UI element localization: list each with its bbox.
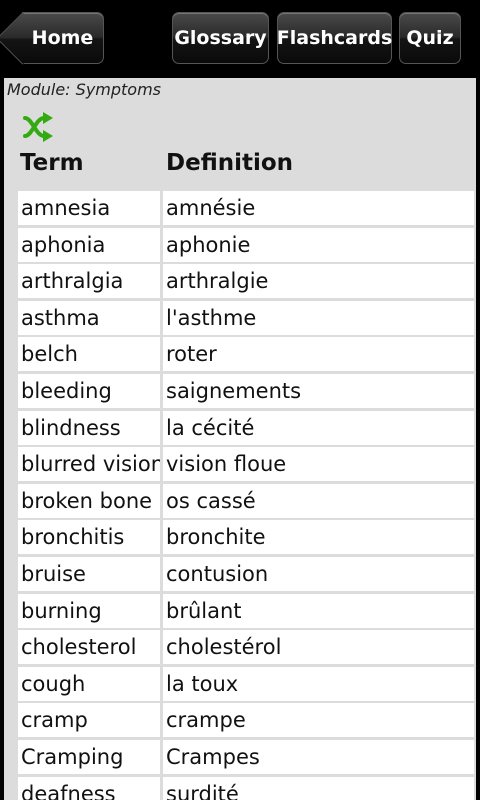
term-cell: arthralgia (18, 264, 160, 299)
table-row[interactable]: Cramping Crampes (18, 739, 474, 774)
term-column-header: Term (20, 150, 84, 176)
shuffle-icon[interactable] (22, 112, 54, 142)
definition-cell: aphonie (163, 227, 474, 262)
term-cell: cholesterol (18, 630, 160, 665)
term-cell: amnesia (18, 191, 160, 225)
term-cell: Cramping (18, 739, 160, 774)
term-cell: aphonia (18, 227, 160, 262)
top-nav-bar: Home Glossary Flashcards Quiz (0, 0, 480, 78)
flashcards-button-label: Flashcards (276, 27, 393, 49)
module-label: Module: Symptoms (7, 80, 162, 99)
glossary-table: amnesia amnésie aphonia aphonie arthralgia ar… (18, 191, 474, 800)
home-button-label: Home (31, 27, 94, 49)
definition-cell: crampe (163, 703, 474, 738)
definition-cell: os cassé (163, 483, 474, 518)
term-cell: bronchitis (18, 520, 160, 555)
term-cell: bruise (18, 556, 160, 591)
table-row[interactable]: belch roter (18, 337, 474, 372)
table-row[interactable]: burning brûlant (18, 593, 474, 628)
table-row[interactable]: deafness surdité (18, 776, 474, 800)
term-cell: belch (18, 337, 160, 372)
quiz-button[interactable]: Quiz (399, 12, 461, 64)
glossary-button[interactable]: Glossary (172, 12, 269, 64)
definition-cell: arthralgie (163, 264, 474, 299)
definition-cell: surdité (163, 776, 474, 800)
definition-cell: roter (163, 337, 474, 372)
term-cell: bleeding (18, 373, 160, 408)
definition-cell: Crampes (163, 739, 474, 774)
definition-column-header: Definition (166, 150, 294, 176)
table-row[interactable]: arthralgia arthralgie (18, 264, 474, 299)
definition-cell: amnésie (163, 191, 474, 225)
table-row[interactable]: cholesterol cholestérol (18, 630, 474, 665)
definition-cell: la toux (163, 666, 474, 701)
table-row[interactable]: cough la toux (18, 666, 474, 701)
term-cell: burning (18, 593, 160, 628)
definition-cell: contusion (163, 556, 474, 591)
glossary-button-label: Glossary (174, 27, 267, 49)
glossary-content: Module: Symptoms Term Definition amnesia… (4, 78, 476, 800)
term-cell: blurred vision (18, 447, 160, 482)
home-button[interactable]: Home (0, 12, 104, 65)
table-row[interactable]: blindness la cécité (18, 410, 474, 445)
table-row[interactable]: bruise contusion (18, 556, 474, 591)
term-cell: cramp (18, 703, 160, 738)
term-cell: asthma (18, 300, 160, 335)
table-row[interactable]: cramp crampe (18, 703, 474, 738)
definition-cell: vision floue (163, 447, 474, 482)
definition-cell: brûlant (163, 593, 474, 628)
table-row[interactable]: aphonia aphonie (18, 227, 474, 262)
definition-cell: cholestérol (163, 630, 474, 665)
table-row[interactable]: amnesia amnésie (18, 191, 474, 225)
definition-cell: la cécité (163, 410, 474, 445)
term-cell: broken bone (18, 483, 160, 518)
flashcards-button[interactable]: Flashcards (277, 12, 392, 64)
definition-cell: bronchite (163, 520, 474, 555)
definition-cell: l'asthme (163, 300, 474, 335)
term-cell: deafness (18, 776, 160, 800)
table-row[interactable]: bronchitis bronchite (18, 520, 474, 555)
table-row[interactable]: blurred vision vision floue (18, 447, 474, 482)
table-row[interactable]: bleeding saignements (18, 373, 474, 408)
table-row[interactable]: asthma l'asthme (18, 300, 474, 335)
quiz-button-label: Quiz (406, 27, 454, 49)
definition-cell: saignements (163, 373, 474, 408)
table-row[interactable]: broken bone os cassé (18, 483, 474, 518)
term-cell: cough (18, 666, 160, 701)
term-cell: blindness (18, 410, 160, 445)
